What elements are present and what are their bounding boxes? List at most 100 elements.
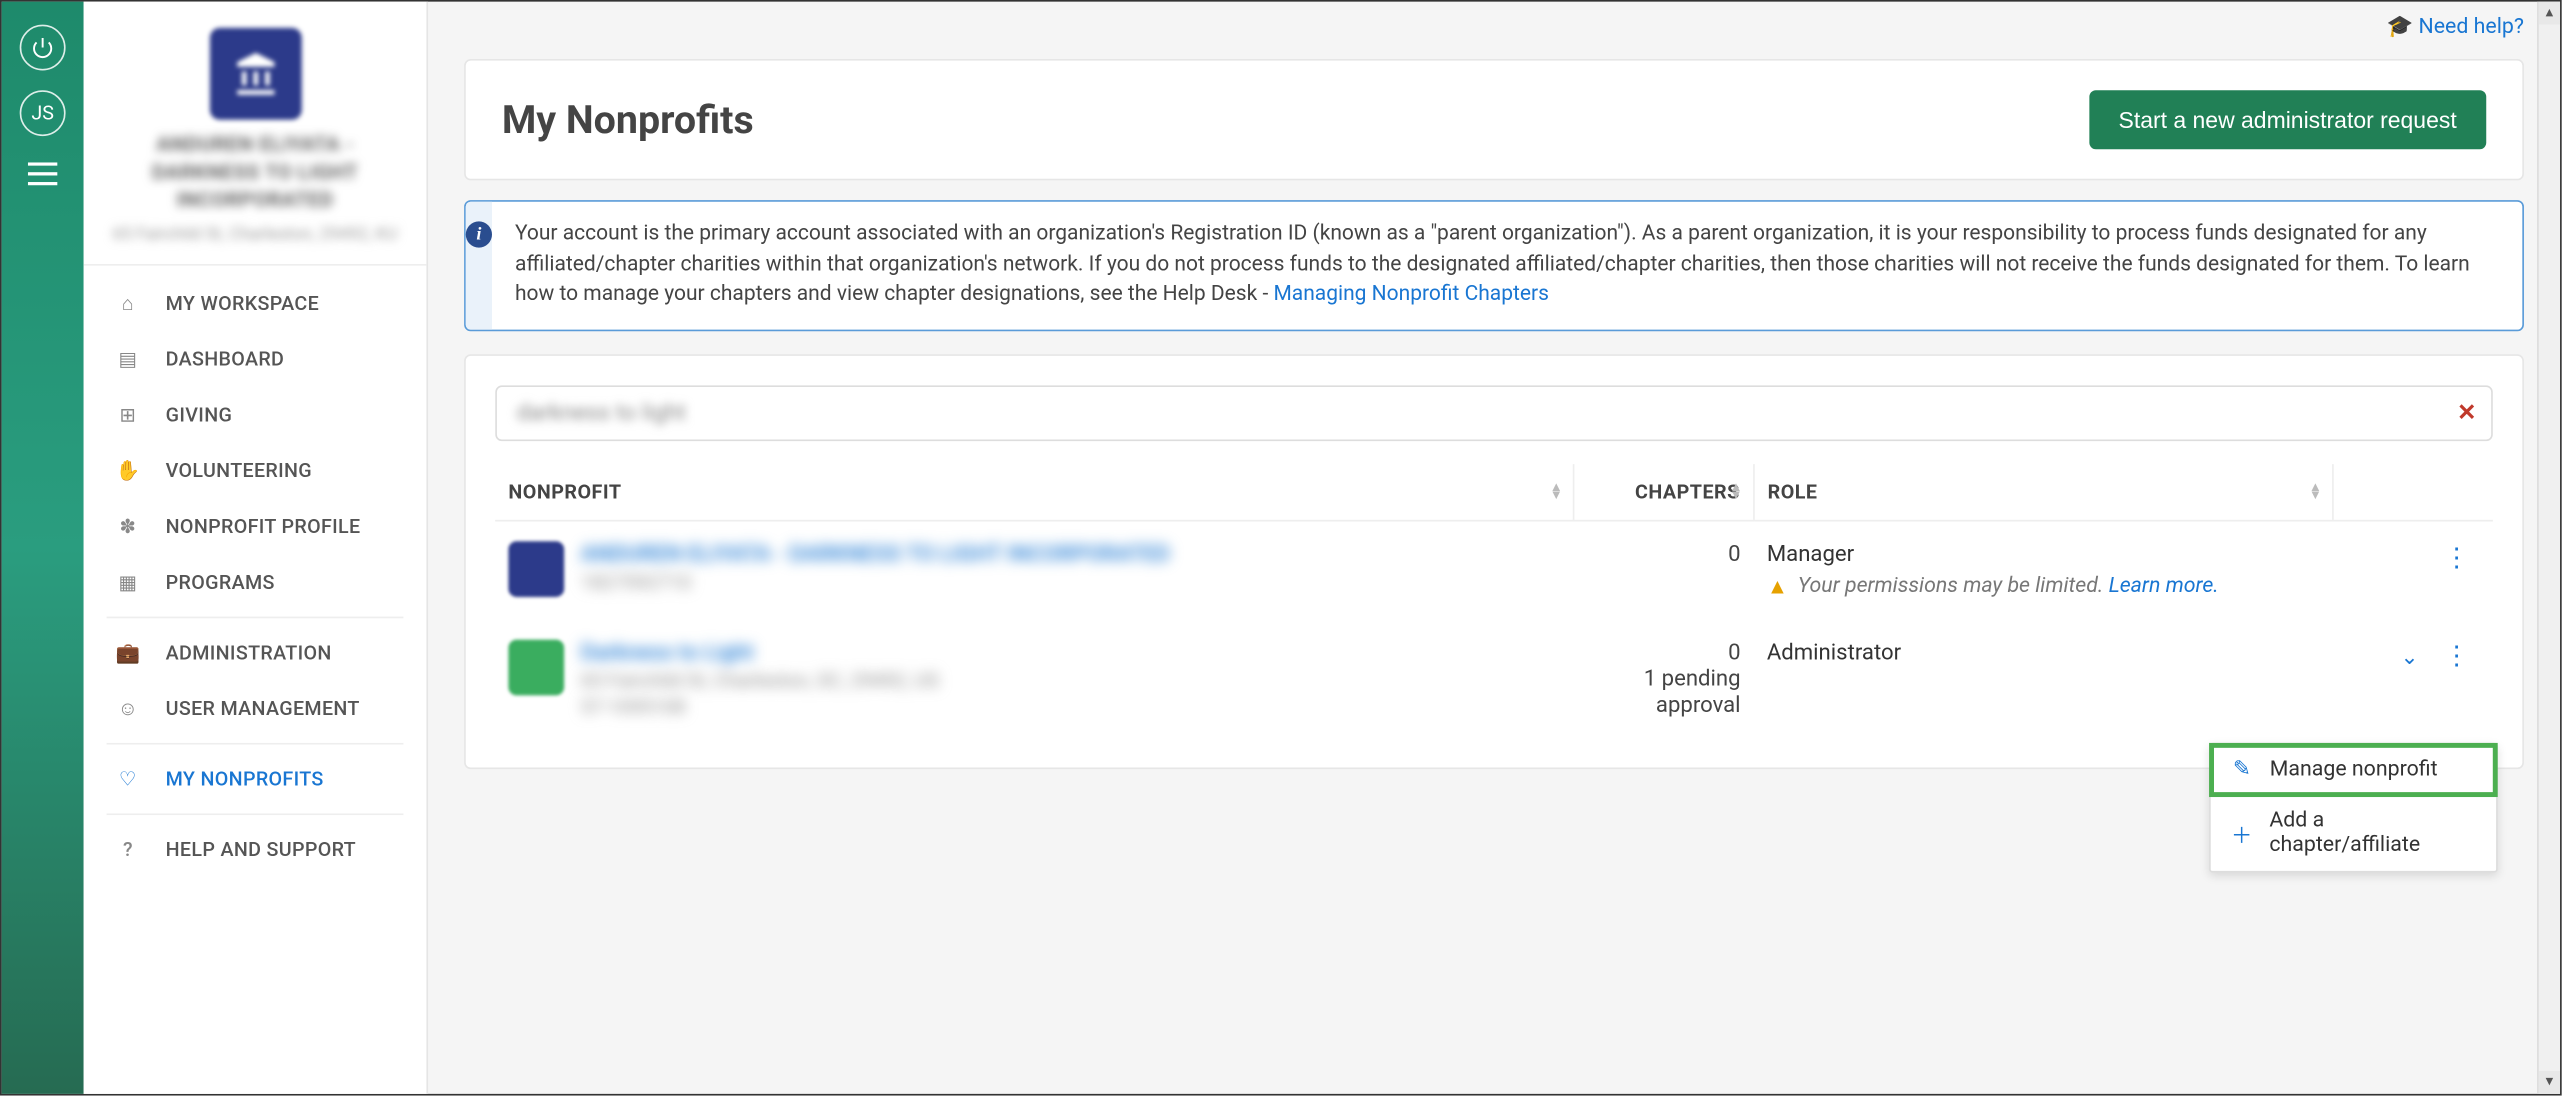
- nav-label: HELP AND SUPPORT: [166, 837, 356, 860]
- org-name: ANDUREN ELIYATA - DARKNESS TO LIGHT INCO…: [103, 133, 406, 216]
- nav-label: DASHBOARD: [166, 347, 285, 370]
- help-icon: ?: [113, 837, 143, 860]
- need-help-link[interactable]: 🎓 Need help?: [2387, 15, 2524, 40]
- role-label: Manager: [1767, 541, 2320, 567]
- menu-toggle-icon[interactable]: [28, 162, 58, 185]
- sidebar: ANDUREN ELIYATA - DARKNESS TO LIGHT INCO…: [84, 2, 428, 1094]
- nav-label: VOLUNTEERING: [166, 459, 312, 482]
- plus-icon: ＋: [2230, 818, 2253, 849]
- col-chapters[interactable]: CHAPTERS▲▼: [1574, 464, 1754, 521]
- org-logo: [209, 28, 301, 120]
- row-actions-dropdown: ✎ Manage nonprofit ＋ Add a chapter/affil…: [2209, 743, 2498, 873]
- permission-warning: ▲ Your permissions may be limited. Learn…: [1767, 573, 2320, 599]
- role-label: Administrator: [1767, 639, 2320, 665]
- col-actions: [2333, 464, 2493, 521]
- nav-my-workspace[interactable]: ⌂ MY WORKSPACE: [84, 275, 427, 331]
- help-bar: 🎓 Need help?: [428, 2, 2560, 46]
- nonprofit-logo: [508, 541, 564, 597]
- info-icon: i: [466, 221, 492, 247]
- table-header-row: NONPROFIT ▲▼ CHAPTERS▲▼ ROLE ▲▼: [495, 464, 2493, 521]
- dropdown-item-label: Add a chapter/affiliate: [2269, 809, 2476, 858]
- nav-giving[interactable]: ⊞ GIVING: [84, 386, 427, 442]
- help-link-label: Need help?: [2419, 15, 2524, 40]
- nav-label: MY WORKSPACE: [166, 291, 319, 314]
- sort-icon: ▲▼: [1730, 482, 1743, 500]
- nav-administration[interactable]: 💼ADMINISTRATION: [84, 624, 427, 680]
- nonprofits-table-card: darkness to light ✕ NONPROFIT ▲▼ CHAPTERS…: [464, 354, 2524, 769]
- ribbon-icon: ✽: [113, 514, 143, 537]
- col-label: NONPROFIT: [508, 480, 621, 503]
- search-input[interactable]: darkness to light: [495, 385, 2493, 441]
- pencil-icon: ✎: [2230, 758, 2253, 783]
- col-label: ROLE: [1768, 480, 1818, 503]
- dropdown-item-label: Manage nonprofit: [2270, 758, 2438, 783]
- row-menu-icon[interactable]: ⋮: [2434, 541, 2480, 572]
- nav-separator: [107, 742, 404, 744]
- sort-icon: ▲▼: [1550, 482, 1563, 500]
- nonprofit-logo: [508, 639, 564, 695]
- pending-approval-text: 1 pending approval: [1587, 665, 1741, 717]
- nonprofits-table: NONPROFIT ▲▼ CHAPTERS▲▼ ROLE ▲▼ ANDUREN EL…: [495, 464, 2493, 738]
- nav-user-management[interactable]: ☺ USER MANAGEMENT: [84, 680, 427, 736]
- user-avatar-button[interactable]: JS: [20, 90, 66, 136]
- manage-nonprofit-item[interactable]: ✎ Manage nonprofit: [2211, 745, 2496, 796]
- users-icon: ☺: [113, 696, 143, 719]
- nav-programs[interactable]: ▦ PROGRAMS: [84, 554, 427, 610]
- row-menu-icon[interactable]: ⋮: [2434, 639, 2480, 670]
- nav-label: NONPROFIT PROFILE: [166, 514, 361, 537]
- nav-separator: [107, 616, 404, 618]
- learn-more-link[interactable]: Learn more.: [2109, 574, 2219, 599]
- hand-icon: ✋: [113, 459, 143, 482]
- scroll-up-icon[interactable]: ▴: [2539, 2, 2560, 25]
- nav-label: ADMINISTRATION: [166, 641, 332, 664]
- nav-label: USER MANAGEMENT: [166, 696, 360, 719]
- scroll-down-icon[interactable]: ▾: [2539, 1071, 2560, 1094]
- power-button[interactable]: [20, 25, 66, 71]
- chapters-count: 0: [1587, 639, 1741, 665]
- home-icon: ⌂: [113, 291, 143, 314]
- clear-search-icon[interactable]: ✕: [2457, 400, 2476, 426]
- table-row: Darkness to Light 65 Fairchild St, Charl…: [495, 619, 2493, 737]
- info-alert: i Your account is the primary account as…: [464, 200, 2524, 331]
- nav-label: GIVING: [166, 403, 233, 426]
- nonprofit-subtext: 65 Fairchild St, Charleston, SC, 29492, …: [581, 669, 939, 692]
- nav-separator: [107, 813, 404, 815]
- table-row: ANDUREN ELIYATA - DARKNESS TO LIGHT INCO…: [495, 520, 2493, 619]
- warning-icon: ▲: [1767, 573, 1788, 599]
- nav-volunteering[interactable]: ✋ VOLUNTEERING: [84, 442, 427, 498]
- search-value: darkness to light: [517, 400, 686, 426]
- chevron-down-icon[interactable]: ⌄: [2401, 646, 2419, 671]
- warn-text: Your permissions may be limited.: [1798, 574, 2104, 599]
- nav-nonprofit-profile[interactable]: ✽ NONPROFIT PROFILE: [84, 498, 427, 554]
- scrollbar[interactable]: ▴ ▾: [2537, 2, 2560, 1094]
- main-content: 🎓 Need help? My Nonprofits Start a new a…: [428, 2, 2560, 1094]
- search-wrap: darkness to light ✕: [495, 385, 2493, 441]
- nav-label: PROGRAMS: [166, 570, 275, 593]
- info-alert-text: Your account is the primary account asso…: [492, 202, 2522, 329]
- col-nonprofit[interactable]: NONPROFIT ▲▼: [495, 464, 1574, 521]
- chapters-count: 0: [1574, 520, 1754, 619]
- nav-my-nonprofits[interactable]: ♡MY NONPROFITS: [84, 751, 427, 807]
- nonprofit-name-link[interactable]: Darkness to Light: [581, 639, 939, 665]
- page-header: My Nonprofits Start a new administrator …: [464, 59, 2524, 180]
- nav-label: MY NONPROFITS: [166, 767, 324, 790]
- org-address: 65 Fairchild St, Charleston, 29492, KU: [103, 222, 406, 243]
- nav-list: ⌂ MY WORKSPACE ▤DASHBOARD ⊞ GIVING ✋ VOLUNT…: [84, 265, 427, 887]
- start-admin-request-button[interactable]: Start a new administrator request: [2089, 90, 2486, 149]
- app-rail: JS: [2, 2, 84, 1094]
- calendar-icon: ▦: [113, 570, 143, 593]
- managing-chapters-link[interactable]: Managing Nonprofit Chapters: [1273, 282, 1548, 307]
- sort-icon: ▲▼: [2309, 482, 2322, 500]
- grad-cap-icon: 🎓: [2387, 15, 2414, 40]
- add-chapter-item[interactable]: ＋ Add a chapter/affiliate: [2211, 795, 2496, 870]
- page-title: My Nonprofits: [502, 97, 754, 143]
- sidebar-org-header: ANDUREN ELIYATA - DARKNESS TO LIGHT INCO…: [84, 2, 427, 265]
- nonprofit-cell: Darkness to Light 65 Fairchild St, Charl…: [508, 639, 1560, 718]
- info-icon-column: i: [466, 202, 492, 329]
- col-role[interactable]: ROLE ▲▼: [1754, 464, 2333, 521]
- nonprofit-name-link[interactable]: ANDUREN ELIYATA - DARKNESS TO LIGHT INCO…: [581, 541, 1170, 567]
- gift-icon: ⊞: [113, 403, 143, 426]
- nav-help-support[interactable]: ? HELP AND SUPPORT: [84, 821, 427, 877]
- nonprofit-cell: ANDUREN ELIYATA - DARKNESS TO LIGHT INCO…: [508, 541, 1560, 597]
- nav-dashboard[interactable]: ▤DASHBOARD: [84, 331, 427, 387]
